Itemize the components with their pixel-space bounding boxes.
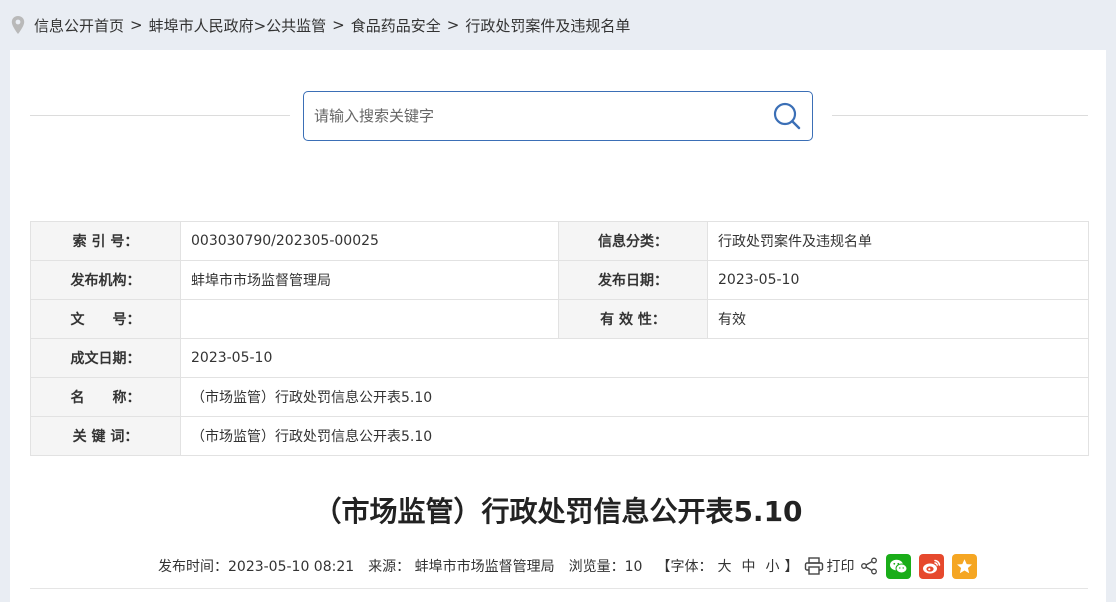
validity-label: 有 效 性： [558,299,708,339]
search-icon [773,102,801,130]
org-value: 蚌埠市市场监督管理局 [180,260,559,300]
table-row: 名 称： （市场监管）行政处罚信息公开表5.10 [30,377,1089,417]
publish-time: 发布时间：2023-05-10 08:21 [158,559,355,575]
font-large-button[interactable]: 大 [717,556,731,576]
table-row: 成文日期： 2023-05-10 [30,338,1089,378]
breadcrumb: 信息公开首页 > 蚌埠市人民政府>公共监管 > 食品药品安全 > 行政处罚案件及… [0,0,1116,50]
print-button[interactable]: 打印 [804,556,854,576]
divider-right [832,115,1088,116]
article-title: （市场监管）行政处罚信息公开表5.10 [313,495,803,528]
keyword-value: （市场监管）行政处罚信息公开表5.10 [180,416,1089,456]
org-label: 发布机构： [30,260,181,300]
table-row: 关 键 词： （市场监管）行政处罚信息公开表5.10 [30,416,1089,456]
table-row: 索 引 号： 003030790/202305-00025 信息分类： 行政处罚… [30,221,1089,261]
breadcrumb-home[interactable]: 信息公开首页 [34,15,124,36]
share-icon[interactable] [860,557,878,575]
written-date-label: 成文日期： [30,338,181,378]
keyword-label: 关 键 词： [30,416,181,456]
table-row: 文 号： 有 效 性： 有效 [30,299,1089,339]
font-size-close: 】 [784,559,799,575]
pubdate-value: 2023-05-10 [707,260,1089,300]
article-source: 来源： 蚌埠市市场监督管理局 [368,559,555,575]
print-label: 打印 [826,559,855,575]
article-info-bar: 发布时间：2023-05-10 08:21 来源： 蚌埠市市场监督管理局 浏览量… [158,553,978,579]
validity-value: 有效 [707,299,1089,339]
font-size-open: 【字体： [656,559,713,575]
add-favorite-button[interactable] [952,553,978,579]
location-pin-icon [11,16,25,34]
breadcrumb-gov-supervision[interactable]: 蚌埠市人民政府>公共监管 [149,15,327,36]
metadata-table: 索 引 号： 003030790/202305-00025 信息分类： 行政处罚… [30,221,1089,456]
share-weibo-button[interactable] [919,553,945,579]
pubdate-label: 发布日期： [558,260,708,300]
printer-icon [805,557,824,575]
breadcrumb-separator: > [332,16,345,34]
table-row: 发布机构： 蚌埠市市场监督管理局 发布日期： 2023-05-10 [30,260,1089,300]
name-value: （市场监管）行政处罚信息公开表5.10 [180,377,1089,417]
docno-label: 文 号： [30,299,181,339]
star-icon [957,558,973,573]
breadcrumb-food-drug-safety[interactable]: 食品药品安全 [351,15,441,36]
breadcrumb-separator: > [130,16,143,34]
category-value: 行政处罚案件及违规名单 [707,221,1089,261]
search-input[interactable] [304,92,762,140]
breadcrumb-separator: > [446,16,460,34]
breadcrumb-penalty-list[interactable]: 行政处罚案件及违规名单 [465,15,630,36]
share-wechat-button[interactable] [886,553,912,579]
content-panel: 索 引 号： 003030790/202305-00025 信息分类： 行政处罚… [10,50,1106,602]
weibo-icon [923,559,941,573]
divider-left [30,115,290,116]
search-box [303,91,813,141]
docno-value [180,299,559,339]
index-label: 索 引 号： [30,221,181,261]
search-button[interactable] [762,92,812,140]
wechat-icon [890,559,908,573]
name-label: 名 称： [30,377,181,417]
font-small-button[interactable]: 小 [765,556,779,576]
index-value: 003030790/202305-00025 [180,221,559,261]
font-medium-button[interactable]: 中 [741,556,755,576]
written-date-value: 2023-05-10 [180,338,1089,378]
divider-bottom [30,588,1088,589]
category-label: 信息分类： [558,221,708,261]
view-count: 浏览量：10 [568,559,643,575]
